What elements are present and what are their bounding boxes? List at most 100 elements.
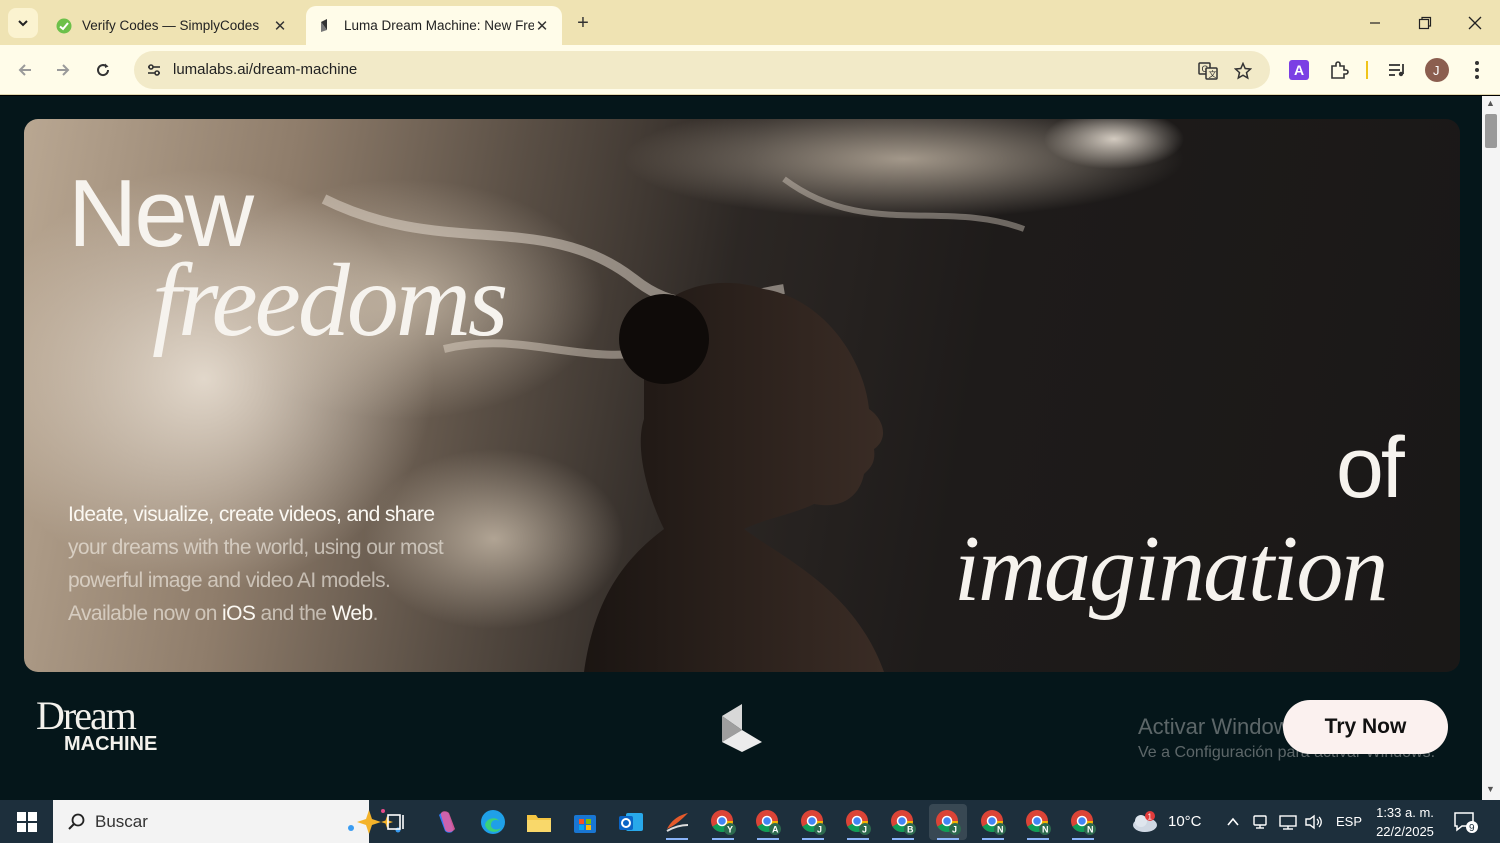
file-explorer-app[interactable] (520, 804, 558, 840)
chevron-down-icon (18, 20, 28, 27)
desc-line-2: your dreams with the world, using our mo… (68, 536, 444, 559)
chrome-icon: J (936, 810, 961, 835)
reload-button[interactable] (88, 55, 118, 85)
volume-button[interactable] (1304, 800, 1324, 843)
app-running-indicator (666, 838, 688, 840)
pinned-app[interactable] (658, 804, 696, 840)
weather-widget[interactable]: 1 10°C (1130, 800, 1202, 843)
address-bar[interactable]: lumalabs.ai/dream-machine G文 (134, 51, 1270, 89)
media-controls-button[interactable] (1384, 57, 1410, 83)
chrome-profile-app[interactable]: J (929, 804, 967, 840)
new-tab-button[interactable]: + (570, 10, 596, 36)
tab-search-button[interactable] (8, 8, 38, 38)
hero-description: Ideate, visualize, create videos, and sh… (68, 498, 488, 630)
chrome-icon: A (756, 810, 781, 835)
tab-title: Luma Dream Machine: New Fre (344, 18, 534, 33)
edge-icon (481, 810, 505, 834)
chrome-profile-app[interactable]: J (839, 804, 877, 840)
kebab-menu-icon (1475, 61, 1479, 79)
page-scrollbar[interactable]: ▲ ▼ (1482, 96, 1500, 800)
profile-avatar[interactable]: J (1424, 57, 1450, 83)
notification-icon: 9 (1454, 811, 1478, 834)
task-view-button[interactable] (377, 804, 415, 840)
forward-button[interactable] (48, 55, 78, 85)
svg-text:N: N (997, 825, 1004, 835)
close-icon (1468, 16, 1482, 30)
close-window-button[interactable] (1452, 8, 1498, 38)
arrow-left-icon (18, 64, 31, 76)
copilot-app[interactable] (428, 804, 466, 840)
dream-machine-logo[interactable]: Dream MACHINE (36, 693, 157, 755)
extension-a-button[interactable]: A (1286, 57, 1312, 83)
chrome-profile-app[interactable]: N (1019, 804, 1057, 840)
taskbar-search-box[interactable]: Buscar (53, 800, 401, 843)
outlook-app[interactable] (612, 804, 650, 840)
svg-text:A: A (772, 825, 779, 835)
chrome-icon: N (1071, 810, 1096, 835)
clock-time: 1:33 a. m. (1376, 805, 1434, 820)
app-swoosh-icon (666, 813, 689, 832)
svg-text:J: J (817, 825, 822, 835)
language-indicator[interactable]: ESP (1336, 800, 1362, 843)
svg-text:Y: Y (727, 825, 733, 835)
ios-link[interactable]: iOS (222, 602, 256, 625)
browser-menu-button[interactable] (1464, 57, 1490, 83)
headline-of: of (1336, 420, 1405, 516)
app-running-indicator (757, 838, 779, 840)
brand-line-1: Dream (36, 693, 137, 738)
system-clock[interactable]: 1:33 a. m. 22/2/2025 (1372, 803, 1438, 841)
chrome-icon: Y (711, 810, 736, 835)
scroll-down-icon[interactable]: ▼ (1486, 784, 1495, 794)
edge-app[interactable] (474, 804, 512, 840)
back-button[interactable] (10, 55, 40, 85)
chevron-up-icon (1227, 817, 1239, 826)
extensions-button[interactable] (1326, 57, 1352, 83)
luma-logo-icon[interactable] (720, 702, 764, 752)
tab-luma-dream-machine[interactable]: Luma Dream Machine: New Fre ✕ (306, 6, 562, 45)
close-tab-icon[interactable]: ✕ (272, 18, 288, 35)
network-button[interactable] (1278, 800, 1298, 843)
camera-icon (1253, 814, 1267, 829)
restore-button[interactable] (1402, 8, 1448, 38)
outlook-icon (619, 813, 643, 831)
desc-available: Available now on (68, 602, 223, 625)
microsoft-store-app[interactable] (566, 804, 604, 840)
show-hidden-icons-button[interactable] (1226, 800, 1240, 843)
try-now-button[interactable]: Try Now (1283, 700, 1448, 754)
scrollbar-thumb[interactable] (1485, 114, 1497, 148)
desc-and: and the (255, 602, 332, 625)
chrome-profile-app[interactable]: N (1064, 804, 1102, 840)
chrome-profile-app[interactable]: Y (704, 804, 742, 840)
search-icon (68, 813, 85, 830)
chrome-icon: N (981, 810, 1006, 835)
notification-center-button[interactable]: 9 (1453, 800, 1479, 843)
store-icon (574, 815, 596, 833)
scroll-up-icon[interactable]: ▲ (1486, 98, 1495, 108)
url-text[interactable]: lumalabs.ai/dream-machine (173, 61, 357, 78)
svg-text:A: A (1294, 62, 1304, 78)
minimize-icon (1370, 22, 1380, 24)
chrome-profile-app[interactable]: B (884, 804, 922, 840)
desc-line-1: Ideate, visualize, create videos, and sh… (68, 503, 435, 526)
tab-title: Verify Codes — SimplyCodes (82, 18, 260, 33)
windows-taskbar: Buscar YAJJBJNNN 1 10°C ESP 1:33 a. m. 2… (0, 800, 1500, 843)
chrome-profile-app[interactable]: N (974, 804, 1012, 840)
svg-text:文: 文 (1209, 69, 1217, 79)
extension-a-icon: A (1289, 60, 1309, 80)
network-icon (1279, 814, 1297, 830)
reload-icon (97, 63, 110, 77)
site-info-icon[interactable] (140, 56, 168, 84)
bookmark-star-icon[interactable] (1232, 60, 1254, 82)
chrome-profile-app[interactable]: J (794, 804, 832, 840)
translate-icon[interactable]: G文 (1197, 60, 1219, 82)
toolbar-divider (1366, 61, 1368, 79)
chrome-icon: N (1026, 810, 1051, 835)
start-button[interactable] (6, 805, 48, 839)
tab-simplycodes[interactable]: Verify Codes — SimplyCodes ✕ (44, 6, 300, 45)
app-running-indicator (1027, 838, 1049, 840)
minimize-button[interactable] (1352, 8, 1398, 38)
meet-now-button[interactable] (1252, 800, 1270, 843)
close-tab-icon[interactable]: ✕ (534, 18, 550, 35)
chrome-profile-app[interactable]: A (749, 804, 787, 840)
web-link[interactable]: Web (332, 602, 374, 625)
